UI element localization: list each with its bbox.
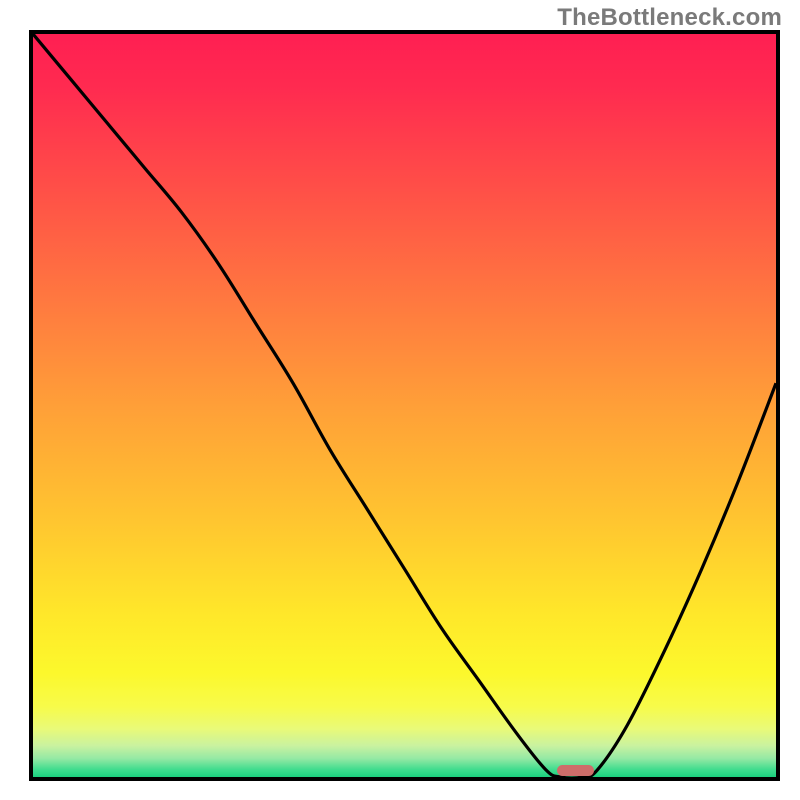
source-watermark: TheBottleneck.com bbox=[557, 4, 782, 32]
optimal-marker bbox=[557, 765, 594, 776]
plot-area bbox=[29, 30, 780, 781]
chart-frame: TheBottleneck.com bbox=[0, 0, 800, 800]
bottleneck-curve bbox=[33, 34, 776, 777]
